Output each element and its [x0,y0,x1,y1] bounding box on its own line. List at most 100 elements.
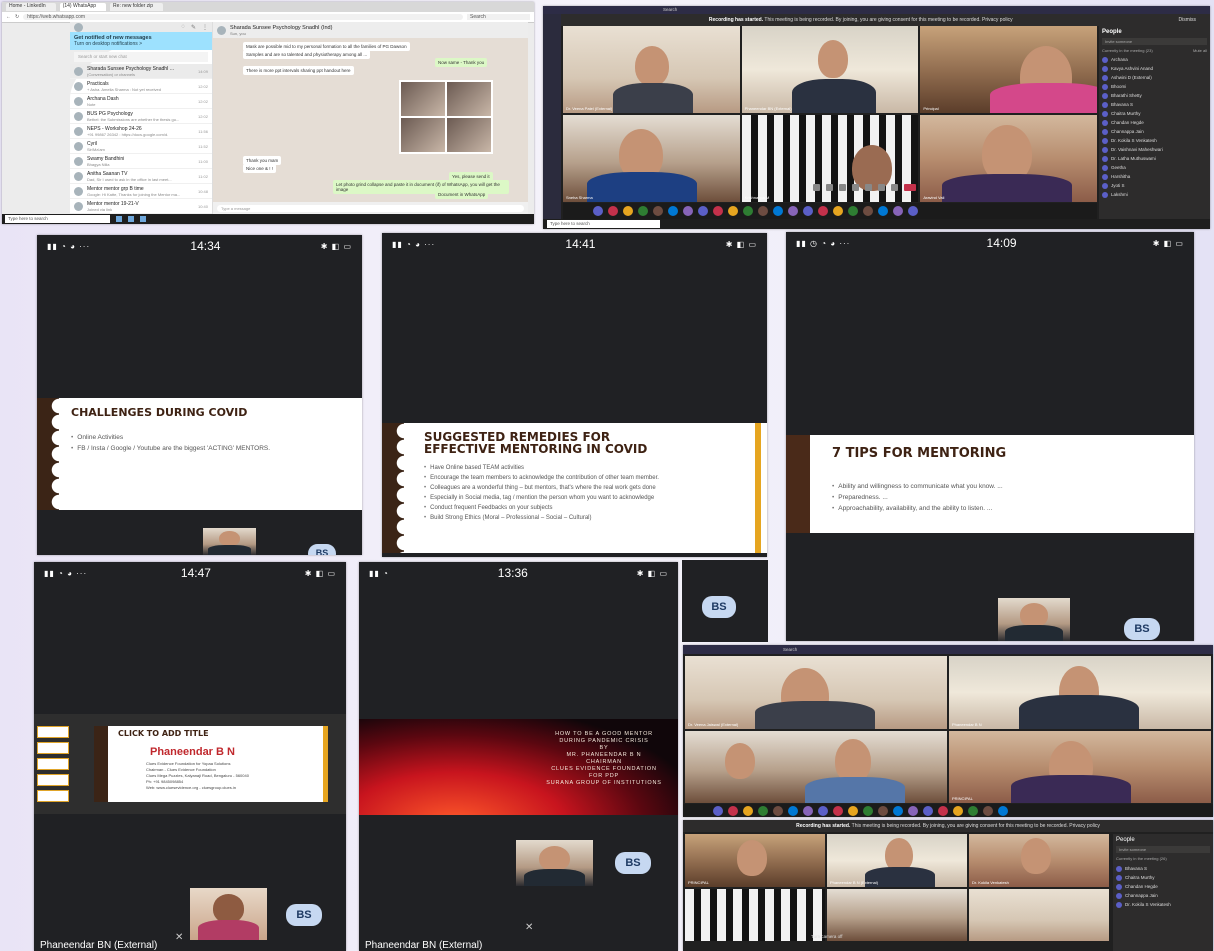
video-tile[interactable] [827,888,967,941]
avatar-badge[interactable]: BS [286,904,322,926]
address-bar[interactable]: https://web.whatsapp.com [23,14,463,20]
share-icon[interactable] [839,184,846,191]
browser-tab[interactable]: Home - LinkedIn [6,3,56,11]
participant-row[interactable]: Jyoti S [1102,181,1207,190]
participant-avatar-icon[interactable] [908,805,918,816]
participant-avatar-icon[interactable] [773,805,783,816]
chat-list-item[interactable]: Swamy Bandhini Bhagya Nilia 11:00 [70,154,212,169]
participant-avatar-icon[interactable] [788,805,798,816]
notification-link[interactable]: Turn on desktop notifications > [74,41,142,47]
mic-off-icon[interactable]: ✕ [175,932,183,943]
participant-avatar-icon[interactable] [638,206,648,216]
video-tile[interactable]: PRINCIPAL [949,730,1211,803]
participant-row[interactable]: Ashwini D (External) [1102,73,1207,82]
video-tile[interactable]: Dr. Veena Patel (External) [563,26,740,113]
participant-avatar-icon[interactable] [788,206,798,216]
participant-avatar-icon[interactable] [848,206,858,216]
participant-row[interactable]: Dr. Kokila S Venkatesh [1116,900,1210,909]
chat-list-item[interactable]: Archana Dash Note 12:02 [70,94,212,109]
raise-hand-icon[interactable] [865,184,872,191]
chat-list-item[interactable]: Mentor mentor 19-21-V Joined via link 10:4… [70,199,212,214]
participant-avatar-icon[interactable] [713,206,723,216]
taskbar-search[interactable]: Type here to search [547,220,660,228]
participant-avatar-icon[interactable] [773,206,783,216]
participant-avatar-icon[interactable] [803,805,813,816]
self-video[interactable] [190,888,267,940]
mute-all-button[interactable]: Mute all [1193,48,1207,53]
chat-list-item[interactable]: Anitha Saanan TV Dad, Sir I used to ask i… [70,169,212,184]
taskbar-search[interactable]: Type here to search [5,215,110,223]
participant-row[interactable]: Channappa Jain [1102,127,1207,136]
participant-avatar-icon[interactable] [863,206,873,216]
hang-up-button[interactable] [904,184,916,191]
group-avatar[interactable] [217,25,226,35]
participant-avatar-icon[interactable] [893,805,903,816]
participant-row[interactable]: Chandan Hegde [1102,118,1207,127]
video-tile[interactable]: Dr. Veena Jaiswal (External) [685,656,947,729]
video-tile[interactable]: Phaneendar B N [949,656,1211,729]
participant-row[interactable]: Chaitra Murthy [1102,109,1207,118]
meeting-count[interactable]: Currently in the meeting (26) [1116,856,1210,861]
video-tile[interactable]: Aravind Vali [920,115,1097,202]
menu-icon[interactable]: ⋮ [202,24,208,31]
participant-avatar-icon[interactable] [923,805,933,816]
participant-avatar-icon[interactable] [728,805,738,816]
participant-avatar-icon[interactable] [818,805,828,816]
more-icon[interactable] [852,184,859,191]
participant-avatar-icon[interactable] [953,805,963,816]
browser-search[interactable]: Search [467,14,530,20]
avatar-badge[interactable]: BS [308,544,336,555]
refresh-icon[interactable]: ↻ [15,14,19,20]
invite-input[interactable]: Invite someone [1102,38,1207,45]
participant-row[interactable]: Chandan Hegde [1116,882,1210,891]
participant-avatar-icon[interactable] [878,805,888,816]
participant-avatar-icon[interactable] [878,206,888,216]
participant-avatar-icon[interactable] [938,805,948,816]
participant-row[interactable]: Channappa Jain [1116,891,1210,900]
video-tile[interactable] [969,888,1109,941]
participant-avatar-icon[interactable] [743,206,753,216]
status-icon[interactable]: ◌ [181,24,185,30]
taskbar-app-icon[interactable] [128,216,134,222]
slide-title[interactable]: CLICK TO ADD TITLE [118,729,209,738]
participant-row[interactable]: Dr. Vaishnavi Maheshwari [1102,145,1207,154]
meeting-count[interactable]: Currently in the meeting (23) [1102,48,1153,53]
avatar[interactable] [74,22,83,32]
avatar-badge[interactable]: BS [615,852,651,874]
participant-row[interactable]: Dr. Latha Muthuswami [1102,154,1207,163]
participant-avatar-icon[interactable] [833,206,843,216]
participant-row[interactable]: Lakshmi [1102,190,1207,199]
people-icon[interactable] [891,184,898,191]
participant-row[interactable]: Harshitha [1102,172,1207,181]
participant-avatar-icon[interactable] [983,805,993,816]
image-grid-message[interactable] [399,80,493,154]
chat-icon[interactable] [878,184,885,191]
chat-list-item[interactable]: Cyril Sir/Ma'am 11:52 [70,139,212,154]
participant-avatar-icon[interactable] [863,805,873,816]
back-icon[interactable]: ← [6,14,11,20]
participant-row[interactable]: Bhoomi [1102,82,1207,91]
mic-icon[interactable] [826,184,833,191]
chat-list-item[interactable]: Sharada Sunsee Psychology SnadhI ... (Con… [70,64,212,79]
participant-avatar-icon[interactable] [698,206,708,216]
invite-input[interactable]: Invite someone [1116,846,1210,853]
participant-avatar-icon[interactable] [683,206,693,216]
self-video[interactable] [203,528,256,555]
participant-avatar-icon[interactable] [758,206,768,216]
notification-banner[interactable]: Get notified of new messages Turn on des… [70,32,212,50]
participant-avatar-icon[interactable] [608,206,618,216]
participant-avatar-icon[interactable] [758,805,768,816]
video-tile[interactable]: Sneha Sharma [563,115,740,202]
participant-row[interactable]: Bhavana S [1102,100,1207,109]
participant-avatar-icon[interactable] [833,805,843,816]
browser-tab-active[interactable]: (14) WhatsApp [59,3,107,11]
chat-search-input[interactable]: Search or start new chat [74,52,208,62]
video-tile[interactable]: Dr. Kokila Venkatesh [969,834,1109,887]
participant-avatar-icon[interactable] [623,206,633,216]
conversation-title[interactable]: Sharada Sunsee Psychology SnadhI (Ind) [230,25,332,31]
self-video[interactable] [516,840,593,886]
participant-avatar-icon[interactable] [593,206,603,216]
video-tile[interactable]: Principal [920,26,1097,113]
participant-avatar-icon[interactable] [968,805,978,816]
participant-row[interactable]: Chaitra Murthy [1116,873,1210,882]
